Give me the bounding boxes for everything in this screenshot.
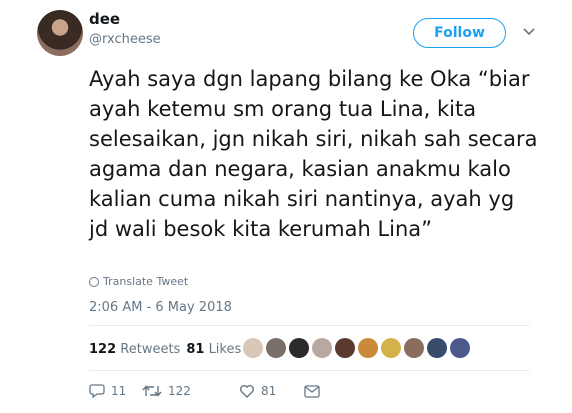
- direct-message-button[interactable]: [304, 384, 320, 398]
- likes-stat[interactable]: 81 Likes: [186, 342, 241, 357]
- reply-button[interactable]: 11: [89, 384, 142, 398]
- liker-avatar[interactable]: [450, 338, 470, 358]
- retweet-button[interactable]: 122: [142, 384, 239, 398]
- reply-count: 11: [111, 384, 127, 398]
- envelope-icon: [304, 384, 320, 398]
- author-avatar[interactable]: [37, 10, 83, 56]
- liker-avatar[interactable]: [243, 338, 263, 358]
- liker-avatar[interactable]: [335, 338, 355, 358]
- tweet-timestamp[interactable]: 2:06 AM - 6 May 2018: [89, 300, 232, 315]
- liker-avatar[interactable]: [381, 338, 401, 358]
- liker-avatar[interactable]: [358, 338, 378, 358]
- liker-avatar[interactable]: [404, 338, 424, 358]
- heart-icon: [240, 385, 254, 398]
- retweet-icon: [142, 385, 162, 397]
- reply-icon: [89, 384, 105, 398]
- translate-tweet-link[interactable]: Translate Tweet: [89, 275, 188, 288]
- tweet-stats: 122 Retweets 81 Likes: [89, 342, 241, 357]
- liker-avatar[interactable]: [312, 338, 332, 358]
- likes-label: Likes: [208, 342, 242, 357]
- tweet-actions: 11 122 81: [89, 384, 320, 398]
- translate-label: Translate Tweet: [103, 275, 189, 288]
- divider: [89, 325, 530, 326]
- globe-icon: [89, 276, 99, 287]
- liker-avatar[interactable]: [266, 338, 286, 358]
- liker-avatars: [243, 338, 470, 358]
- retweets-label: Retweets: [120, 342, 181, 357]
- liker-avatar[interactable]: [289, 338, 309, 358]
- chevron-down-icon[interactable]: [523, 28, 535, 36]
- retweets-stat[interactable]: 122 Retweets: [89, 342, 180, 357]
- author-handle[interactable]: @rxcheese: [89, 32, 161, 47]
- retweets-count: 122: [89, 342, 117, 357]
- divider: [89, 370, 530, 371]
- retweet-count: 122: [168, 384, 191, 398]
- tweet-text: Ayah saya dgn lapang bilang ke Oka “biar…: [89, 67, 538, 241]
- like-button[interactable]: 81: [239, 384, 304, 398]
- liker-avatar[interactable]: [427, 338, 447, 358]
- like-count: 81: [261, 384, 277, 398]
- likes-count: 81: [186, 342, 205, 357]
- follow-button[interactable]: Follow: [413, 18, 506, 48]
- author-name[interactable]: dee: [89, 10, 120, 28]
